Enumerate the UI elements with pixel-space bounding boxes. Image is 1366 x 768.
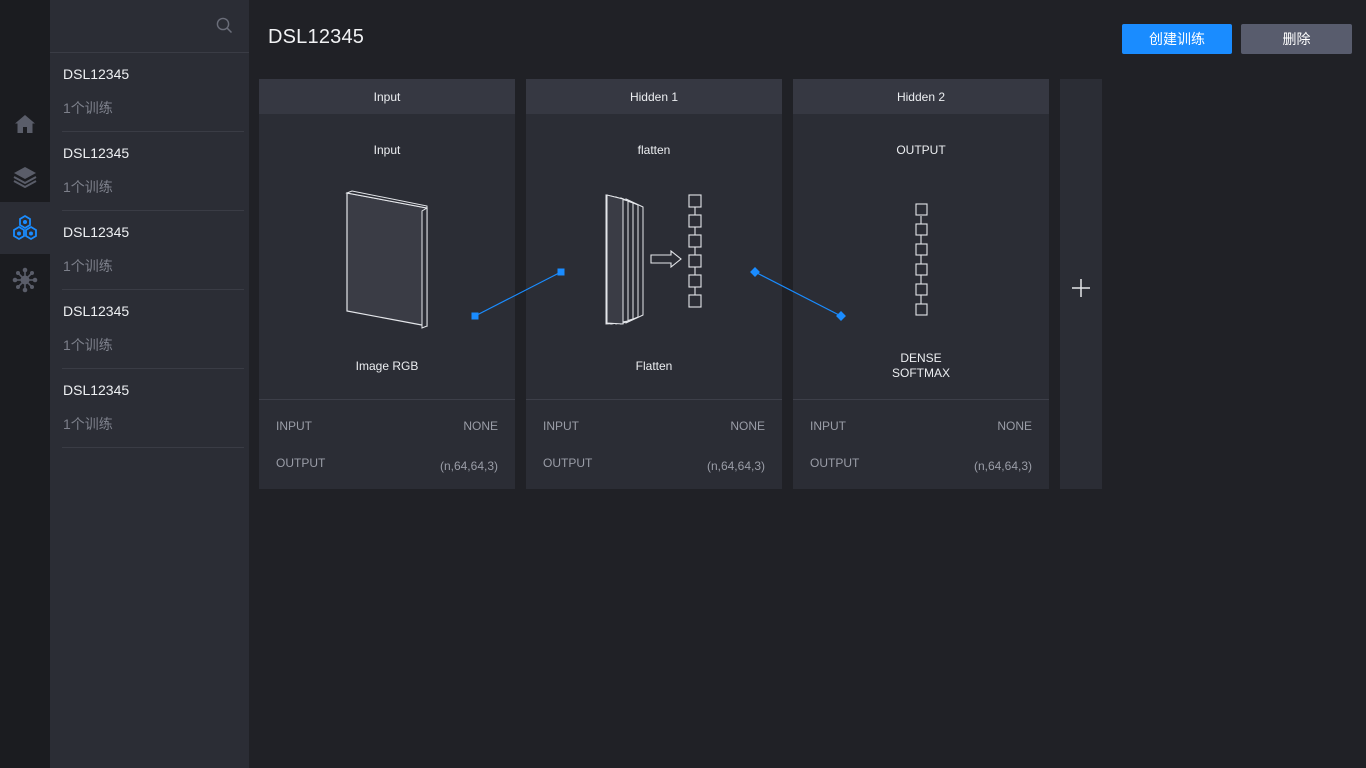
layer-card-input[interactable]: Input Input Image RGB INPUT NONE OUTPUT … xyxy=(259,79,515,489)
output-row: OUTPUT (n,64,64,3) xyxy=(810,456,1032,473)
flatten-illustration xyxy=(605,194,702,325)
list-item-count: 1个训练 xyxy=(63,416,113,432)
list-item[interactable]: DSL12345 1个训练 xyxy=(62,132,244,211)
output-key: OUTPUT xyxy=(276,456,326,470)
divider xyxy=(793,399,1049,400)
divider xyxy=(259,399,515,400)
list-item-count: 1个训练 xyxy=(63,337,113,353)
list-item-name: DSL12345 xyxy=(63,145,130,161)
layer-caption: Flatten xyxy=(635,359,673,373)
image-input-illustration xyxy=(345,190,428,329)
connector-handle[interactable] xyxy=(471,312,479,320)
divider xyxy=(526,399,782,400)
connector-handle[interactable] xyxy=(557,268,565,276)
layer-caption: DENSE SOFTMAX xyxy=(793,351,1049,381)
layer-card-hidden-1[interactable]: Hidden 1 flatten Flatten INPUT NONE OUTP… xyxy=(526,79,782,489)
layer-caption-line: DENSE xyxy=(900,351,942,365)
input-key: INPUT xyxy=(810,419,846,433)
output-value: (n,64,64,3) xyxy=(439,459,498,473)
list-item-count: 1个训练 xyxy=(63,258,113,274)
list-item-name: DSL12345 xyxy=(63,303,130,319)
page-title: DSL12345 xyxy=(268,26,365,48)
output-key: OUTPUT xyxy=(543,456,593,470)
output-value: (n,64,64,3) xyxy=(973,459,1032,473)
input-value: NONE xyxy=(730,419,765,433)
list-item-name: DSL12345 xyxy=(63,66,130,82)
layer-caption: Image RGB xyxy=(355,359,419,373)
list-item[interactable]: DSL12345 1个训练 xyxy=(62,369,244,448)
network-icon xyxy=(12,267,38,293)
search-icon[interactable] xyxy=(216,17,233,34)
nav-model[interactable] xyxy=(0,202,50,254)
plus-icon xyxy=(1072,279,1090,297)
output-key: OUTPUT xyxy=(810,456,860,470)
nav-layers[interactable] xyxy=(0,150,50,202)
app: DSL12345 1个训练 DSL12345 1个训练 DSL12345 1个训… xyxy=(0,0,1366,768)
input-row: INPUT NONE xyxy=(276,419,498,435)
create-training-button[interactable]: 创建训练 xyxy=(1122,24,1232,54)
list-item-name: DSL12345 xyxy=(63,382,130,398)
layer-caption-line: SOFTMAX xyxy=(891,366,950,380)
list-item[interactable]: DSL12345 1个训练 xyxy=(62,53,244,132)
input-key: INPUT xyxy=(276,419,312,433)
list-item[interactable]: DSL12345 1个训练 xyxy=(62,211,244,290)
add-layer-button[interactable] xyxy=(1060,79,1102,489)
list-item-count: 1个训练 xyxy=(63,179,113,195)
sidebar: DSL12345 1个训练 DSL12345 1个训练 DSL12345 1个训… xyxy=(50,0,249,768)
input-row: INPUT NONE xyxy=(543,419,765,435)
output-value: (n,64,64,3) xyxy=(706,459,765,473)
input-value: NONE xyxy=(997,419,1032,433)
output-row: OUTPUT (n,64,64,3) xyxy=(276,456,498,473)
dataset-list: DSL12345 1个训练 DSL12345 1个训练 DSL12345 1个训… xyxy=(50,53,249,448)
search-bar[interactable] xyxy=(50,0,249,53)
input-key: INPUT xyxy=(543,419,579,433)
nav-home[interactable] xyxy=(0,98,50,150)
nav-network[interactable] xyxy=(0,254,50,306)
home-icon xyxy=(15,115,35,133)
output-row: OUTPUT (n,64,64,3) xyxy=(543,456,765,473)
input-row: INPUT NONE xyxy=(810,419,1032,435)
list-item-count: 1个训练 xyxy=(63,100,113,116)
list-item[interactable]: DSL12345 1个训练 xyxy=(62,290,244,369)
list-item-name: DSL12345 xyxy=(63,224,130,240)
layers-icon xyxy=(13,167,37,188)
model-icon xyxy=(13,214,37,241)
layer-card-hidden-2[interactable]: Hidden 2 OUTPUT DENSE SOFTMAX INPUT NONE… xyxy=(793,79,1049,489)
input-value: NONE xyxy=(463,419,498,433)
nav-rail xyxy=(0,0,50,768)
delete-button[interactable]: 删除 xyxy=(1241,24,1352,54)
